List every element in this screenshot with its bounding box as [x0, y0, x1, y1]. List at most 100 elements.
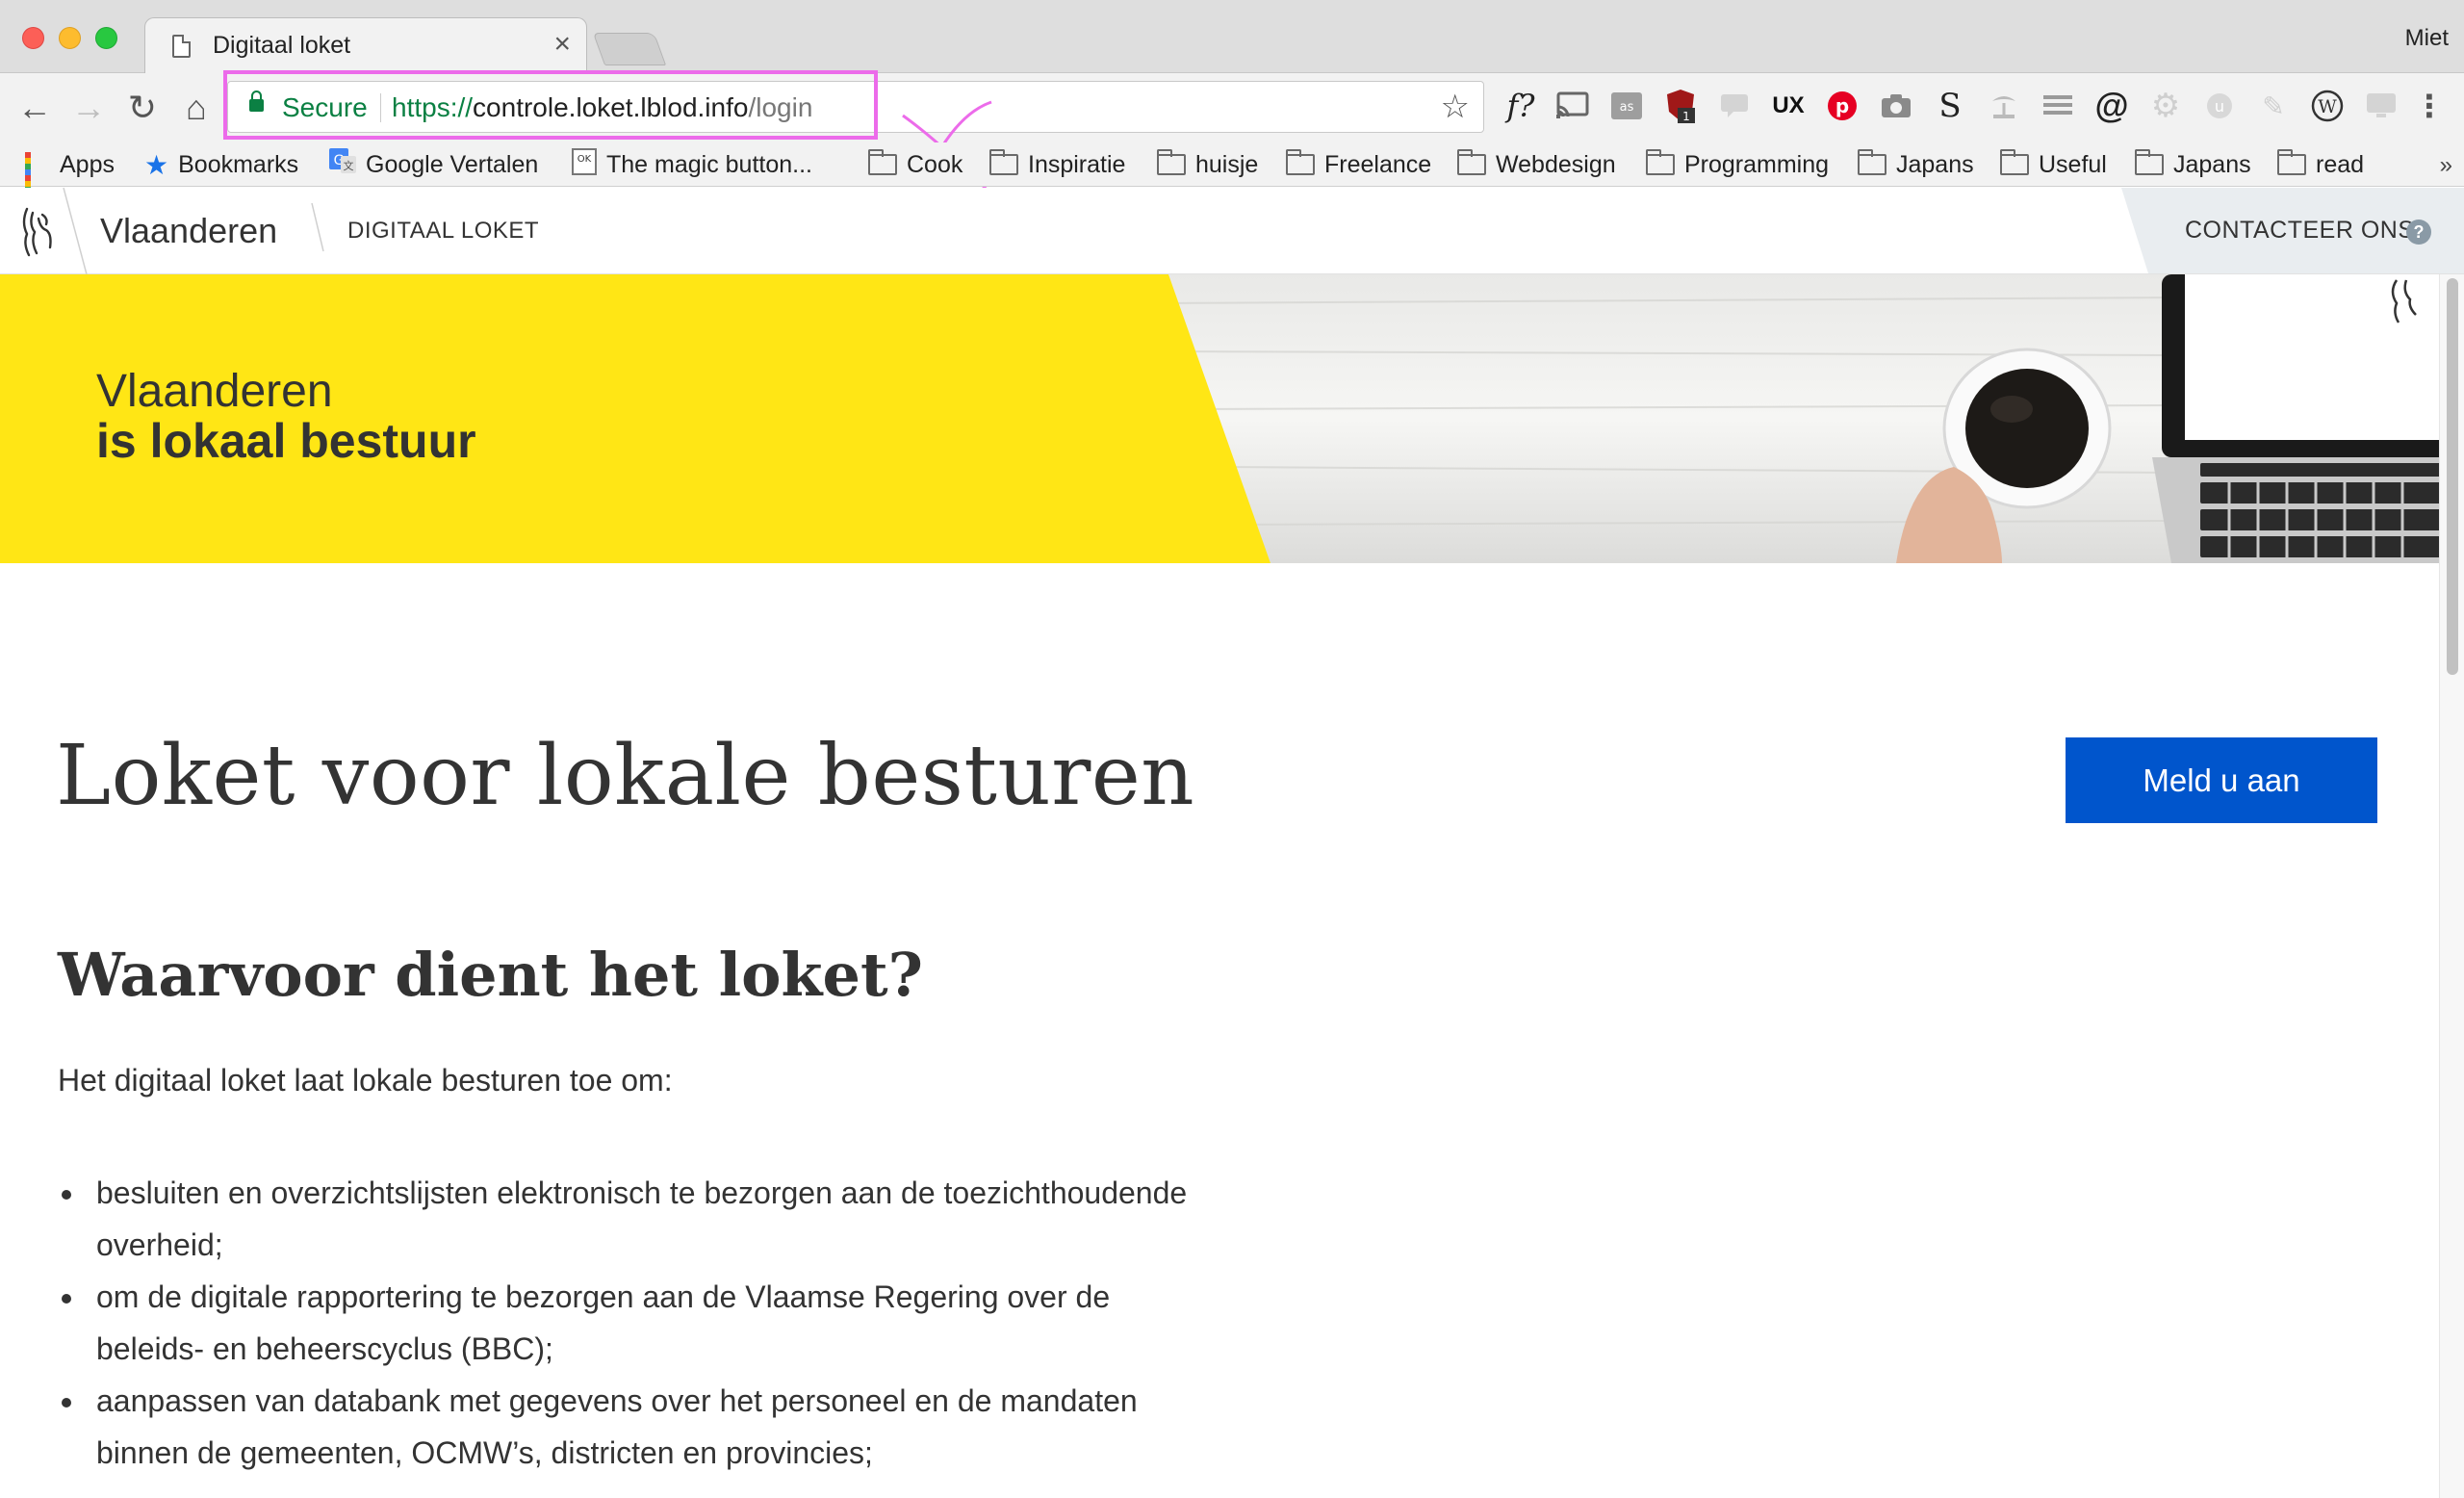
bookmark-folder-japans[interactable]: Japans — [1858, 147, 1974, 182]
gear-icon[interactable]: ⚙ — [2146, 87, 2185, 125]
reload-icon[interactable]: ↻ — [123, 89, 162, 127]
bookmark-folder-read[interactable]: read — [2277, 147, 2364, 182]
folder-icon — [1457, 149, 1486, 175]
svg-text:文: 文 — [344, 159, 354, 172]
hero-banner: Vlaanderen is lokaal bestuur — [0, 274, 2464, 563]
bookmark-folder-webdesign[interactable]: Webdesign — [1457, 147, 1616, 182]
reader-icon[interactable] — [2039, 87, 2077, 125]
ux-check-icon[interactable]: UX — [1769, 87, 1808, 125]
bookmark-folder-programming[interactable]: Programming — [1646, 147, 1829, 182]
bookmark-label: Bookmarks — [178, 150, 299, 178]
folder-icon — [989, 149, 1018, 175]
bookmark-star-icon[interactable]: ☆ — [1441, 88, 1470, 126]
bookmark-label: Apps — [60, 150, 115, 178]
bookmark-label: Google Vertalen — [366, 150, 539, 178]
apps-grid-icon — [25, 152, 50, 204]
contact-button[interactable]: CONTACTEER ONS ? — [2121, 188, 2464, 273]
list-item: besluiten en overzichtslijsten elektroni… — [58, 1167, 1213, 1271]
url-highlight-annotation — [223, 70, 878, 140]
google-translate-icon: G文 — [329, 147, 356, 182]
folder-icon — [1157, 149, 1186, 175]
menu-kebab-icon[interactable]: ⋮ — [2410, 87, 2449, 125]
svg-text:p: p — [1835, 94, 1849, 117]
bookmark-google-vertalen[interactable]: G文 Google Vertalen — [329, 147, 538, 182]
contact-label: CONTACTEER ONS — [2185, 217, 2415, 244]
bookmark-folder-cook[interactable]: Cook — [868, 147, 962, 182]
browser-tab-strip: Digitaal loket × Miet — [0, 0, 2464, 74]
bookmark-label: Japans — [1896, 150, 1974, 178]
tab-close-button[interactable]: × — [553, 28, 571, 61]
svg-text:1: 1 — [1682, 110, 1690, 123]
intro-text: Het digitaal loket laat lokale besturen … — [58, 1063, 673, 1098]
bookmark-apps[interactable]: Apps — [25, 147, 115, 204]
folder-icon — [1858, 149, 1886, 175]
bookmark-label: Japans — [2173, 150, 2251, 178]
minimize-window-button[interactable] — [59, 27, 81, 49]
bookmark-label: huisje — [1195, 150, 1259, 178]
home-icon[interactable]: ⌂ — [177, 89, 216, 127]
bookmark-folder-freelance[interactable]: Freelance — [1286, 147, 1431, 182]
bookmark-bookmarks[interactable]: ★ Bookmarks — [144, 147, 298, 182]
flemish-lion-logo-icon[interactable] — [17, 205, 60, 259]
bookmark-folder-inspiratie[interactable]: Inspiratie — [989, 147, 1125, 182]
bookmark-label: Useful — [2039, 150, 2107, 178]
hero-yellow-panel: Vlaanderen is lokaal bestuur — [0, 274, 1270, 563]
font-identifier-icon[interactable]: f? — [1502, 87, 1540, 125]
folder-icon — [1646, 149, 1675, 175]
hero-tagline-line2: is lokaal bestuur — [96, 414, 476, 468]
bookmark-label: The magic button... — [606, 150, 813, 178]
bookmark-folder-useful[interactable]: Useful — [2000, 147, 2107, 182]
folder-icon — [1286, 149, 1315, 175]
chat-icon[interactable] — [1715, 87, 1754, 125]
purpose-list: besluiten en overzichtslijsten elektroni… — [58, 1167, 1213, 1479]
bookmark-folder-huisje[interactable]: huisje — [1157, 147, 1258, 182]
svg-text:as: as — [1620, 100, 1634, 115]
cast-icon[interactable] — [1553, 87, 1592, 125]
lastpass-icon[interactable]: as — [1607, 87, 1646, 125]
section-title: Waarvoor dient het loket? — [58, 940, 923, 1010]
bookmark-label: Inspiratie — [1028, 150, 1126, 178]
hero-tagline-line1: Vlaanderen — [96, 366, 333, 417]
folder-icon — [2135, 149, 2164, 175]
tab-digitaal-loket[interactable]: Digitaal loket × — [144, 17, 587, 74]
wordpress-icon[interactable]: W — [2308, 87, 2347, 125]
pen-icon[interactable]: ✎ — [2254, 87, 2293, 125]
palm-icon[interactable] — [1985, 87, 2023, 125]
tab-title: Digitaal loket — [213, 32, 351, 59]
screen-share-icon[interactable] — [2362, 87, 2400, 125]
bookmark-label: Webdesign — [1496, 150, 1616, 178]
maximize-window-button[interactable] — [95, 27, 117, 49]
svg-text:OK: OK — [578, 154, 592, 165]
forward-arrow-icon[interactable]: → — [69, 89, 108, 127]
folder-icon — [2000, 149, 2029, 175]
bookmarks-overflow-chevron-icon[interactable]: » — [2440, 152, 2452, 179]
bookmark-folder-japans-2[interactable]: Japans — [2135, 147, 2251, 182]
profile-button[interactable]: Miet — [2405, 25, 2449, 52]
app-title[interactable]: DIGITAAL LOKET — [347, 218, 539, 245]
list-item: om de digitale rapportering te bezorgen … — [58, 1271, 1213, 1375]
page-icon — [172, 35, 191, 58]
pinterest-icon[interactable]: p — [1823, 87, 1861, 125]
bookmark-label: read — [2316, 150, 2365, 178]
at-sign-icon[interactable]: @ — [2092, 86, 2131, 125]
bookmark-label: Cook — [907, 150, 963, 178]
s-extension-icon[interactable]: S — [1931, 87, 1969, 125]
page-scrollbar[interactable] — [2439, 274, 2464, 1498]
help-icon: ? — [2406, 220, 2431, 245]
bookmark-magic-button[interactable]: OK The magic button... — [572, 147, 812, 182]
svg-text:u: u — [2215, 97, 2224, 116]
u-circle-icon[interactable]: u — [2200, 87, 2239, 125]
camera-icon[interactable] — [1877, 87, 1915, 125]
header-divider — [63, 188, 88, 274]
ublock-icon[interactable]: 1 — [1661, 87, 1700, 125]
brand-name[interactable]: Vlaanderen — [100, 211, 277, 251]
scrollbar-thumb[interactable] — [2447, 278, 2458, 675]
header-divider — [311, 202, 324, 252]
svg-text:W: W — [2318, 96, 2337, 117]
back-arrow-icon[interactable]: ← — [15, 89, 54, 127]
new-tab-button[interactable] — [592, 33, 667, 65]
login-button[interactable]: Meld u aan — [2066, 737, 2377, 823]
close-window-button[interactable] — [22, 27, 44, 49]
bookmark-label: Programming — [1684, 150, 1830, 178]
bookmark-label: Freelance — [1324, 150, 1432, 178]
